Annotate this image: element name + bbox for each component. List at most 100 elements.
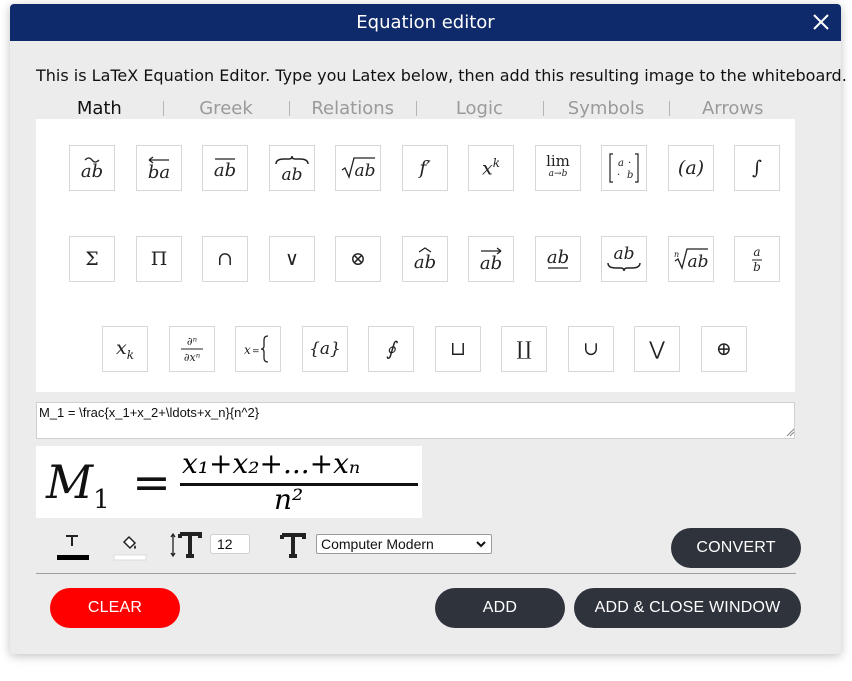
close-button[interactable] (809, 10, 833, 34)
braces-button[interactable]: {a} (302, 326, 348, 372)
convert-button[interactable]: CONVERT (671, 528, 801, 568)
symbol-palette: ab ba ab ab ab f′ xk lim a→b a · · b (a)… (36, 119, 795, 392)
svg-text:ab: ab (687, 252, 708, 272)
superscript-button[interactable]: xk (468, 145, 514, 191)
svg-text:ab: ab (480, 253, 502, 274)
overbrace-icon: ab (275, 155, 309, 185)
braces-symbol: {a} (309, 339, 341, 359)
partial-derivative-icon: ∂ⁿ ∂xⁿ (181, 335, 203, 364)
partial-derivative-button[interactable]: ∂ⁿ ∂xⁿ (169, 326, 215, 372)
contour-integral-symbol: ∮ (386, 338, 396, 360)
overleftarrow-button[interactable]: ba (136, 145, 182, 191)
add-button[interactable]: ADD (435, 588, 565, 628)
preview-numerator: x₁+x₂+...+xₙ (182, 447, 361, 480)
matrix-icon: a · · b (609, 153, 639, 183)
font-size-input[interactable] (210, 534, 250, 554)
svg-text:ab: ab (414, 252, 436, 273)
tilde-accent-button[interactable]: ab (69, 145, 115, 191)
svg-text:·: · (628, 158, 631, 169)
subscript-button[interactable]: xk (102, 326, 148, 372)
svg-text:ab: ab (281, 165, 302, 185)
product-symbol: Π (150, 248, 168, 270)
intersection-button[interactable]: ∩ (202, 236, 248, 282)
fraction-button[interactable]: a b (734, 236, 780, 282)
sum-button[interactable]: Σ (69, 236, 115, 282)
limit-button[interactable]: lim a→b (535, 145, 581, 191)
intersection-symbol: ∩ (217, 248, 233, 270)
svg-text:ab: ab (547, 247, 569, 268)
clear-button[interactable]: CLEAR (50, 588, 180, 628)
font-family-value: Computer Modern (321, 536, 434, 552)
equation-preview: M1 = x₁+x₂+...+xₙ n² (36, 446, 422, 518)
otimes-button[interactable]: ⊗ (335, 236, 381, 282)
svg-text:a: a (753, 245, 760, 259)
oplus-button[interactable]: ⊕ (701, 326, 747, 372)
overrightarrow-button[interactable]: ab (468, 236, 514, 282)
close-icon (813, 14, 829, 30)
svg-text:ab: ab (613, 244, 634, 264)
otimes-symbol: ⊗ (350, 248, 366, 270)
hat-accent-icon: ab (414, 247, 436, 273)
big-vee-button[interactable]: ⋁ (634, 326, 680, 372)
left-arrow-accent-icon: ba (148, 156, 170, 183)
font-size-icon (170, 532, 202, 558)
superscript-symbol: xk (482, 156, 500, 180)
svg-text:b: b (753, 260, 761, 274)
parentheses-symbol: (a) (677, 157, 705, 179)
preview-lhs: M1 = (46, 455, 171, 516)
integral-button[interactable]: ∫ (734, 145, 780, 191)
fill-color-button[interactable] (113, 530, 147, 566)
svg-text:b: b (627, 170, 633, 181)
coproduct-button[interactable]: ∐ (501, 326, 547, 372)
union-button[interactable]: ∪ (568, 326, 614, 372)
overbrace-button[interactable]: ab (269, 145, 315, 191)
preview-denominator: n² (274, 483, 304, 516)
logical-or-symbol: ∨ (285, 248, 299, 270)
underline-icon: ab (547, 247, 569, 269)
square-cup-symbol: ⊔ (450, 338, 466, 360)
overline-icon: ab (214, 158, 236, 181)
text-color-icon (57, 535, 89, 560)
big-vee-symbol: ⋁ (649, 338, 665, 360)
cases-icon: x = (244, 335, 269, 363)
square-root-icon: ab (341, 157, 376, 181)
sum-symbol: Σ (85, 248, 99, 270)
prime-symbol: f′ (419, 157, 431, 179)
svg-text:ab: ab (81, 161, 103, 182)
matrix-button[interactable]: a · · b (601, 145, 647, 191)
limit-symbol: lim (546, 152, 570, 170)
svg-text:=: = (252, 347, 260, 357)
tilde-accent-icon: ab (81, 157, 103, 182)
underbrace-icon: ab (607, 244, 641, 272)
font-family-select[interactable]: Computer Modern (316, 534, 492, 554)
logical-or-button[interactable]: ∨ (269, 236, 315, 282)
subscript-symbol: xk (116, 336, 134, 362)
svg-text:∂ⁿ: ∂ⁿ (187, 335, 197, 348)
parentheses-button[interactable]: (a) (668, 145, 714, 191)
text-format-icon (280, 533, 306, 558)
fraction-icon: a b (752, 245, 762, 274)
prime-button[interactable]: f′ (402, 145, 448, 191)
format-toolbar: Computer Modern CONVERT (36, 526, 801, 568)
overline-button[interactable]: ab (202, 145, 248, 191)
square-cup-button[interactable]: ⊔ (435, 326, 481, 372)
resize-grip-icon[interactable] (786, 428, 795, 437)
contour-integral-button[interactable]: ∮ (368, 326, 414, 372)
product-button[interactable]: Π (136, 236, 182, 282)
font-size-control[interactable] (170, 530, 204, 564)
wide-hat-button[interactable]: ab (402, 236, 448, 282)
underline-button[interactable]: ab (535, 236, 581, 282)
font-family-icon-button[interactable] (280, 532, 306, 562)
latex-input[interactable]: M_1 = \frac{x_1+x_2+\ldots+x_n}{n^2} (36, 402, 795, 439)
sqrt-button[interactable]: ab (335, 145, 381, 191)
svg-text:ba: ba (148, 162, 170, 183)
title-bar: Equation editor (10, 4, 841, 41)
svg-text:n: n (674, 250, 679, 259)
svg-text:ab: ab (354, 161, 375, 181)
cases-button[interactable]: x = (235, 326, 281, 372)
divider (36, 573, 796, 574)
nth-root-button[interactable]: n ab (668, 236, 714, 282)
underbrace-button[interactable]: ab (601, 236, 647, 282)
add-close-window-button[interactable]: ADD & CLOSE WINDOW (574, 588, 801, 628)
text-color-button[interactable] (56, 530, 90, 566)
